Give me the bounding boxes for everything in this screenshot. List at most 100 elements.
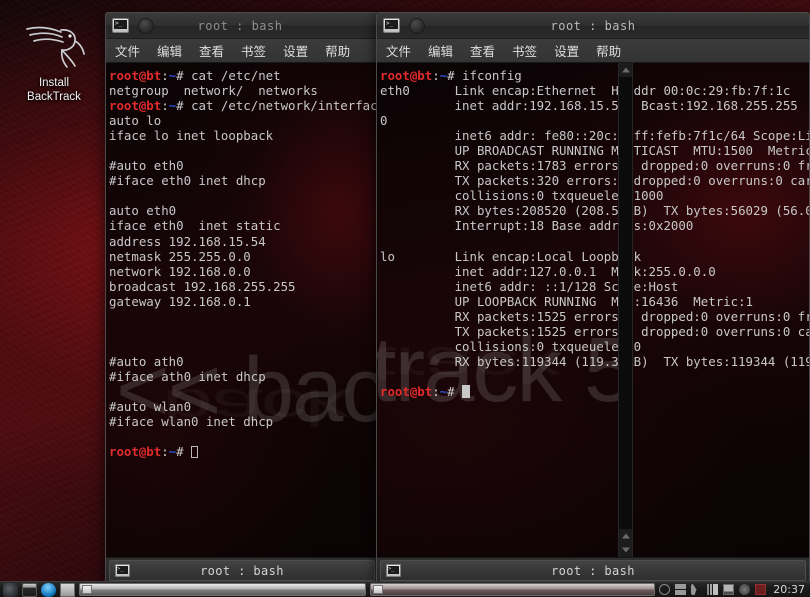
menubar-right[interactable]: 文件 编辑 查看 书签 设置 帮助 bbox=[377, 39, 809, 63]
terminal-line: root@bt:~# ifconfig bbox=[380, 68, 522, 83]
terminal-tab[interactable]: root : bash bbox=[109, 560, 375, 581]
window-title: root : bash bbox=[550, 18, 636, 33]
browser-icon[interactable] bbox=[41, 582, 56, 597]
network-icon[interactable] bbox=[675, 584, 687, 595]
terminal-line: UP LOOPBACK RUNNING MTU:16436 Metric:1 bbox=[380, 293, 753, 309]
terminal-line: address 192.168.15.54 bbox=[109, 233, 266, 249]
terminal-line: gateway 192.168.0.1 bbox=[109, 293, 251, 309]
terminal-line: iface lo inet loopback bbox=[109, 128, 274, 144]
menu-item-file[interactable]: 文件 bbox=[386, 41, 411, 60]
monitor-icon[interactable] bbox=[723, 584, 735, 595]
clock-icon[interactable] bbox=[659, 584, 671, 595]
scroll-up-arrow[interactable] bbox=[619, 63, 632, 77]
scroll-up-arrow-bottom[interactable] bbox=[619, 529, 632, 543]
menu-item-file[interactable]: 文件 bbox=[115, 41, 140, 60]
terminal-line: #iface wlan0 inet dhcp bbox=[109, 414, 274, 430]
terminal-screen-right[interactable]: track track 5 root@bt:~# ifconfig eth0 Li… bbox=[377, 63, 809, 557]
desktop-background: Install BackTrack root : bash 文件 编辑 查看 书… bbox=[0, 0, 810, 597]
terminal-line: collisions:0 txqueuelen:1000 bbox=[380, 188, 664, 204]
menubar-left[interactable]: 文件 编辑 查看 书签 设置 帮助 bbox=[106, 39, 378, 63]
menu-item-edit[interactable]: 编辑 bbox=[428, 41, 453, 60]
taskbar-window-1[interactable] bbox=[79, 583, 367, 596]
terminal-tab[interactable]: root : bash bbox=[380, 560, 806, 581]
alert-icon[interactable] bbox=[755, 584, 767, 595]
terminal-icon bbox=[112, 18, 129, 33]
terminal-line: lo Link encap:Local Loopback bbox=[380, 248, 642, 264]
menu-item-bookmarks[interactable]: 书签 bbox=[241, 41, 266, 60]
terminal-line: network 192.168.0.0 bbox=[109, 263, 251, 279]
menu-item-view[interactable]: 查看 bbox=[199, 41, 224, 60]
terminal-line: auto lo bbox=[109, 113, 162, 129]
terminal-cursor bbox=[191, 446, 199, 459]
tabbar-right[interactable]: root : bash bbox=[377, 557, 809, 583]
terminal-line: netgroup network/ networks bbox=[109, 83, 318, 99]
window-menu-button[interactable] bbox=[409, 17, 425, 34]
terminal-icon bbox=[373, 585, 384, 594]
terminal-line: inet6 addr: fe80::20c:29ff:fefb:7f1c/64 … bbox=[380, 128, 809, 144]
indicator-icon[interactable] bbox=[739, 584, 751, 595]
terminal-line: #auto wlan0 bbox=[109, 399, 192, 415]
menu-item-help[interactable]: 帮助 bbox=[325, 41, 350, 60]
terminal-line: #auto eth0 bbox=[109, 158, 184, 174]
terminal-line: auto eth0 bbox=[109, 203, 177, 219]
terminal-line: Interrupt:18 Base address:0x2000 bbox=[380, 218, 694, 234]
window-menu-button[interactable] bbox=[138, 17, 154, 34]
volume-icon[interactable] bbox=[691, 584, 703, 595]
menu-item-view[interactable]: 查看 bbox=[470, 41, 495, 60]
terminal-tab-label: root : bash bbox=[551, 563, 635, 578]
terminal-line: root@bt:~# cat /etc/net bbox=[109, 68, 281, 83]
terminal-line: root@bt:~# bbox=[380, 384, 809, 399]
terminal-screen-left[interactable]: << back | back root@bt:~# cat /etc/netne… bbox=[106, 63, 378, 557]
terminal-cursor bbox=[462, 384, 471, 398]
terminal-line: eth0 Link encap:Ethernet HWaddr 00:0c:29… bbox=[380, 83, 791, 99]
signal-icon[interactable] bbox=[707, 584, 719, 595]
titlebar-right[interactable]: root : bash bbox=[377, 13, 809, 39]
tabbar-left[interactable]: root : bash bbox=[106, 557, 378, 583]
terminal-line: RX packets:1525 errors:0 dropped:0 overr… bbox=[380, 308, 809, 324]
files-icon[interactable] bbox=[60, 582, 75, 597]
terminal-line: #auto ath0 bbox=[109, 353, 184, 369]
terminal-window-right[interactable]: root : bash 文件 编辑 查看 书签 设置 帮助 track trac… bbox=[376, 12, 810, 584]
taskbar-clock[interactable]: 20:37 bbox=[771, 583, 805, 596]
terminal-output-right: root@bt:~# ifconfig eth0 Link encap:Ether… bbox=[377, 63, 809, 557]
terminal-line: inet addr:192.168.15.54 Bcast:192.168.25… bbox=[380, 98, 809, 114]
titlebar-left[interactable]: root : bash bbox=[106, 13, 378, 39]
menu-item-help[interactable]: 帮助 bbox=[596, 41, 621, 60]
dragon-icon bbox=[6, 16, 102, 72]
menu-item-settings[interactable]: 设置 bbox=[283, 41, 308, 60]
terminal-line: root@bt:~# cat /etc/network/interfaces bbox=[109, 98, 378, 114]
terminal-icon bbox=[115, 564, 130, 577]
taskbar[interactable]: 20:37 bbox=[0, 581, 810, 597]
terminal-line: inet6 addr: ::1/128 Scope:Host bbox=[380, 278, 679, 294]
menu-item-edit[interactable]: 编辑 bbox=[157, 41, 182, 60]
desktop-icon-label: Install BackTrack bbox=[27, 77, 81, 103]
terminal-icon[interactable] bbox=[22, 582, 37, 597]
terminal-line: UP BROADCAST RUNNING MULTICAST MTU:1500 … bbox=[380, 143, 809, 159]
terminal-line: #iface eth0 inet dhcp bbox=[109, 173, 266, 189]
menu-item-bookmarks[interactable]: 书签 bbox=[512, 41, 537, 60]
terminal-line: 0 bbox=[380, 113, 388, 129]
system-tray[interactable]: 20:37 bbox=[659, 583, 807, 596]
terminal-line: root@bt:~# bbox=[109, 444, 378, 459]
terminal-icon bbox=[82, 585, 92, 594]
taskbar-window-2[interactable] bbox=[370, 583, 656, 596]
desktop-icon-install-backtrack[interactable]: Install BackTrack bbox=[6, 16, 102, 104]
terminal-output-left: root@bt:~# cat /etc/net netgroup network/… bbox=[106, 63, 378, 557]
terminal-scrollbar[interactable] bbox=[618, 63, 633, 557]
terminal-window-left[interactable]: root : bash 文件 编辑 查看 书签 设置 帮助 << back | … bbox=[105, 12, 379, 584]
terminal-line: iface eth0 inet static bbox=[109, 218, 281, 234]
terminal-tab-label: root : bash bbox=[200, 563, 284, 578]
terminal-line: broadcast 192.168.255.255 bbox=[109, 278, 296, 294]
scrollbar-track[interactable] bbox=[619, 77, 632, 529]
terminal-icon bbox=[386, 564, 401, 577]
dragon-icon[interactable] bbox=[3, 582, 18, 597]
scroll-down-arrow[interactable] bbox=[619, 543, 632, 557]
menu-item-settings[interactable]: 设置 bbox=[554, 41, 579, 60]
